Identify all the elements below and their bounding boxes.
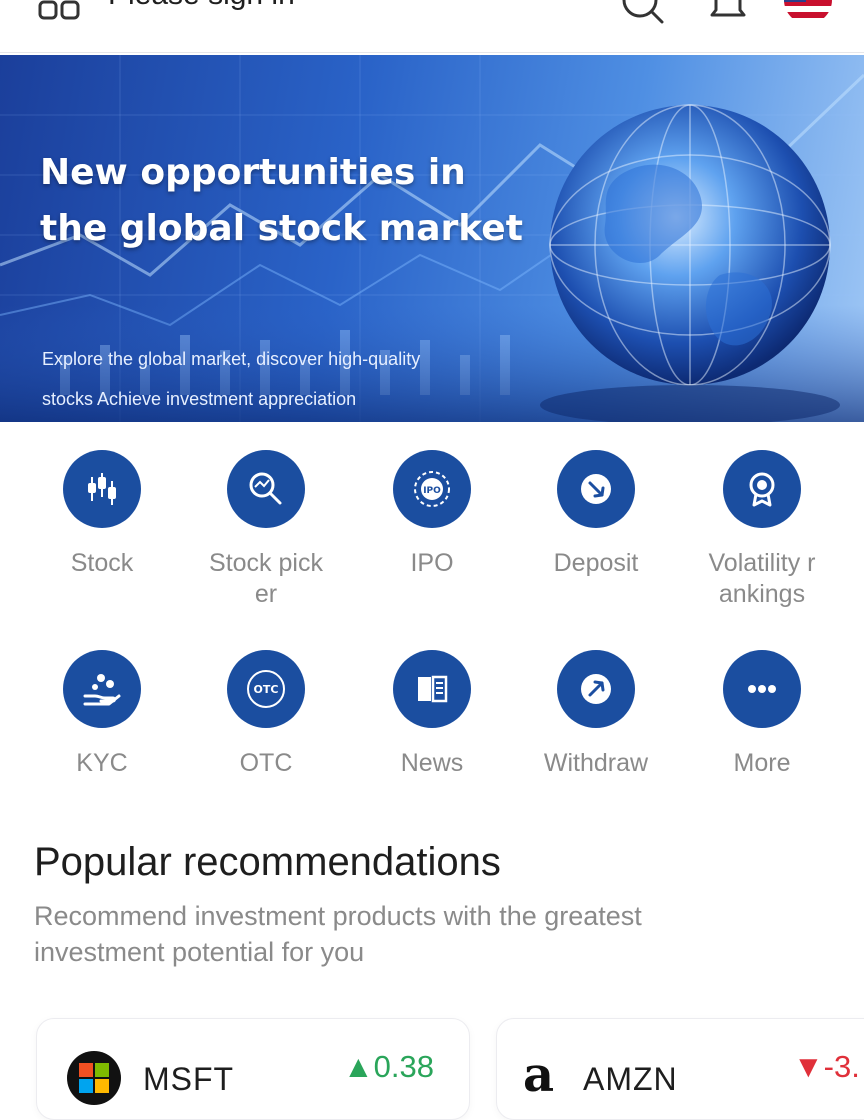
search-icon[interactable]: [620, 0, 664, 24]
action-label: IPO: [410, 549, 454, 577]
action-stock[interactable]: Stock: [22, 440, 182, 620]
withdraw-icon: [557, 650, 635, 728]
action-label: Stock pick er: [209, 549, 323, 608]
stock-picker-icon: [227, 450, 305, 528]
action-stock-picker[interactable]: Stock pick er: [186, 440, 346, 620]
volatility-rankings-icon: [723, 450, 801, 528]
section-title: Popular recommendations: [34, 840, 501, 884]
banner-subtitle-line2: stocks Achieve investment appreciation: [42, 389, 357, 409]
action-volatility-rankings[interactable]: Volatility r ankings: [682, 440, 842, 620]
banner-title: New opportunities in the global stock ma…: [40, 145, 580, 257]
microsoft-logo-icon: [67, 1051, 121, 1105]
stock-card-msft[interactable]: MSFT ▲0.38: [36, 1018, 470, 1120]
action-more[interactable]: More: [682, 640, 842, 820]
ipo-icon: IPO: [393, 450, 471, 528]
action-ipo[interactable]: IPO IPO: [352, 440, 512, 620]
action-deposit[interactable]: Deposit: [516, 440, 676, 620]
grid-menu-icon[interactable]: [38, 0, 86, 22]
action-withdraw[interactable]: Withdraw: [516, 640, 676, 820]
section-description: Recommend investment products with the g…: [34, 901, 642, 967]
banner-title-line2: the global stock market: [40, 208, 523, 249]
promo-banner[interactable]: New opportunities in the global stock ma…: [0, 55, 864, 422]
stock-icon: [63, 450, 141, 528]
stock-card-amzn[interactable]: a AMZN ▼-3.: [496, 1018, 864, 1120]
action-label: Withdraw: [543, 749, 649, 777]
sign-in-link[interactable]: Please sign in: [108, 0, 295, 12]
action-label: Volatility r ankings: [708, 549, 816, 608]
otc-icon: OTC: [227, 650, 305, 728]
action-news[interactable]: News: [352, 640, 512, 820]
banner-subtitle: Explore the global market, discover high…: [42, 339, 582, 419]
more-icon: [723, 650, 801, 728]
action-label: KYC: [76, 749, 128, 777]
action-label: OTC: [239, 749, 293, 777]
banner-subtitle-line1: Explore the global market, discover high…: [42, 349, 421, 369]
top-header: Please sign in: [0, 0, 864, 53]
news-icon: [393, 650, 471, 728]
action-label: More: [733, 749, 791, 777]
action-otc[interactable]: OTC OTC: [186, 640, 346, 820]
amazon-logo-icon: a: [523, 1047, 555, 1103]
action-label: Deposit: [553, 549, 639, 577]
action-kyc[interactable]: KYC: [22, 640, 182, 820]
deposit-icon: [557, 450, 635, 528]
bell-icon[interactable]: [706, 0, 750, 24]
kyc-icon: [63, 650, 141, 728]
svg-text:IPO: IPO: [423, 486, 441, 496]
us-flag-icon[interactable]: [784, 0, 832, 24]
quick-actions-grid: Stock Stock pick er IPO IPO Deposit Vola…: [0, 440, 864, 800]
banner-title-line1: New opportunities in: [40, 152, 466, 193]
svg-text:OTC: OTC: [254, 683, 279, 696]
action-label: News: [400, 749, 464, 777]
action-label: Stock: [70, 549, 134, 577]
